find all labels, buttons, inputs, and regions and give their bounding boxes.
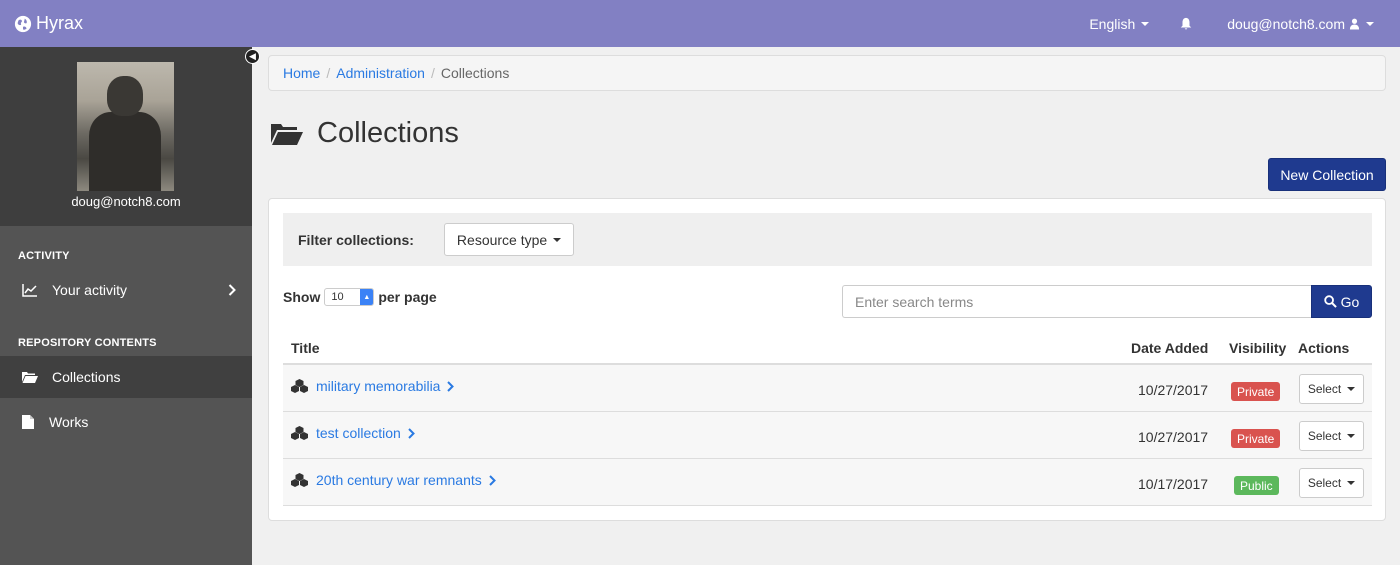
visibility-badge: Public: [1234, 476, 1279, 495]
new-collection-button[interactable]: New Collection: [1268, 158, 1386, 191]
breadcrumb-separator: /: [326, 65, 331, 81]
collection-title-link[interactable]: test collection: [291, 425, 415, 441]
column-header-visibility[interactable]: Visibility: [1229, 340, 1286, 356]
column-header-title[interactable]: Title: [291, 340, 320, 356]
breadcrumb-separator: /: [430, 65, 435, 81]
repository-contents-heading: REPOSITORY CONTENTS: [18, 337, 157, 349]
column-header-date-added[interactable]: Date Added: [1131, 340, 1208, 356]
language-dropdown[interactable]: English: [1089, 15, 1150, 32]
sidebar-item-label: Your activity: [52, 282, 127, 298]
select-label: Select: [1307, 429, 1342, 443]
table-row: test collection 10/27/2017 Private Selec…: [283, 412, 1372, 459]
per-page-control: Show 10 ▲ per page: [283, 288, 437, 306]
per-page-select[interactable]: 10 ▲: [324, 288, 375, 306]
activity-heading: ACTIVITY: [18, 250, 70, 262]
collection-title: test collection: [316, 425, 401, 441]
chevron-right-icon: [489, 474, 496, 486]
collections-panel: Filter collections: Resource type Show 1…: [268, 198, 1386, 521]
file-icon: [22, 415, 34, 429]
filter-label: Filter collections:: [298, 231, 414, 248]
breadcrumb-current: Collections: [440, 65, 510, 81]
search-icon: [1323, 295, 1337, 308]
actions-select-button[interactable]: Select: [1299, 374, 1364, 404]
chevron-right-icon: [408, 427, 415, 439]
caret-down-icon: [1141, 21, 1150, 26]
line-chart-icon: [22, 284, 37, 297]
caret-down-icon: [1347, 481, 1356, 485]
collection-title: 20th century war remnants: [316, 472, 482, 488]
actions-select-button[interactable]: Select: [1299, 468, 1364, 498]
chevron-right-icon: [228, 284, 236, 296]
bell-icon[interactable]: [1179, 17, 1193, 31]
actions-select-button[interactable]: Select: [1299, 421, 1364, 451]
date-added: 10/27/2017: [1138, 429, 1209, 445]
breadcrumb: Home / Administration / Collections: [268, 55, 1386, 91]
column-header-actions: Actions: [1298, 340, 1350, 356]
language-label: English: [1089, 15, 1136, 32]
search-input[interactable]: [842, 285, 1311, 318]
page-heading: Collections: [317, 117, 459, 149]
page-title: Collections: [271, 117, 459, 150]
globe-icon: [14, 15, 32, 32]
breadcrumb-administration-link[interactable]: Administration: [336, 65, 425, 81]
top-navbar: Hyrax English doug@notch8.com: [0, 0, 1400, 47]
resource-type-label: Resource type: [456, 231, 548, 248]
main-content: Home / Administration / Collections Coll…: [268, 55, 1386, 521]
caret-down-icon: [1347, 387, 1356, 391]
caret-down-icon: [1347, 434, 1356, 438]
show-label: Show: [283, 289, 321, 305]
user-icon: [1349, 18, 1360, 29]
sidebar: doug@notch8.com ◀ ACTIVITY Your activity…: [0, 47, 260, 565]
select-arrows-icon: ▲: [360, 289, 374, 305]
per-page-value: 10: [331, 291, 344, 303]
caret-down-icon: [1366, 21, 1374, 26]
user-menu[interactable]: doug@notch8.com: [1227, 16, 1374, 32]
go-label: Go: [1340, 293, 1360, 310]
brand-name: Hyrax: [36, 13, 84, 33]
folder-open-icon: [22, 372, 38, 383]
cubes-icon: [291, 473, 308, 487]
sidebar-item-label: Works: [49, 414, 89, 430]
profile-section: doug@notch8.com: [0, 47, 252, 226]
table-row: military memorabilia 10/27/2017 Private …: [283, 365, 1372, 412]
select-label: Select: [1307, 476, 1342, 490]
collection-title-link[interactable]: 20th century war remnants: [291, 472, 496, 488]
search-go-button[interactable]: Go: [1311, 285, 1372, 318]
visibility-badge: Private: [1231, 429, 1281, 448]
collections-table: Title Date Added Visibility Actions mili…: [283, 332, 1372, 506]
sidebar-item-collections[interactable]: Collections: [0, 356, 252, 398]
cubes-icon: [291, 379, 308, 393]
visibility-badge: Private: [1231, 382, 1281, 401]
table-row: 20th century war remnants 10/17/2017 Pub…: [283, 459, 1372, 506]
collection-title: military memorabilia: [316, 378, 441, 394]
avatar: [77, 62, 174, 191]
breadcrumb-home-link[interactable]: Home: [283, 65, 320, 81]
brand-link[interactable]: Hyrax: [14, 13, 83, 34]
collection-title-link[interactable]: military memorabilia: [291, 378, 455, 394]
per-page-label: per page: [378, 289, 437, 305]
date-added: 10/17/2017: [1138, 476, 1209, 492]
date-added: 10/27/2017: [1138, 382, 1209, 398]
sidebar-item-label: Collections: [52, 369, 121, 385]
table-header: Title Date Added Visibility Actions: [283, 332, 1372, 365]
search-form: Go: [842, 285, 1372, 318]
select-label: Select: [1307, 382, 1342, 396]
collapse-sidebar-icon[interactable]: ◀: [245, 49, 260, 64]
cubes-icon: [291, 426, 308, 440]
user-email: doug@notch8.com: [1227, 15, 1345, 32]
resource-type-dropdown[interactable]: Resource type: [443, 223, 575, 256]
folder-open-icon: [271, 123, 303, 145]
sidebar-item-your-activity[interactable]: Your activity: [0, 269, 252, 311]
filter-bar: Filter collections: Resource type: [283, 213, 1372, 266]
profile-name: doug@notch8.com: [71, 194, 181, 209]
sidebar-item-works[interactable]: Works: [0, 401, 252, 443]
chevron-right-icon: [447, 380, 455, 392]
caret-down-icon: [553, 237, 562, 242]
